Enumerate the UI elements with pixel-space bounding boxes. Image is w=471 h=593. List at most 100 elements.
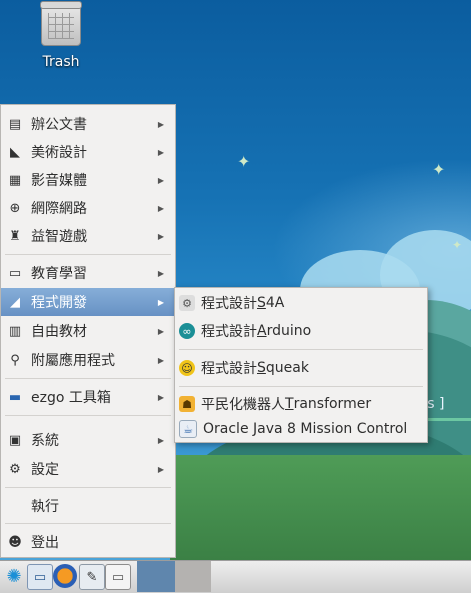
gear-icon: ⚙ bbox=[9, 461, 21, 477]
menu-item-run[interactable]: 執行 bbox=[1, 492, 175, 520]
sparkle-icon: ✦ bbox=[432, 160, 446, 179]
submenu-item-prefix: 程式設計 bbox=[201, 296, 257, 312]
menu-item-graphics[interactable]: ◣ 美術設計 ▶ bbox=[1, 138, 175, 166]
menu-item-settings[interactable]: ⚙ 設定 ▶ bbox=[1, 455, 175, 483]
file-manager-icon[interactable]: ▭ bbox=[27, 564, 53, 590]
globe-icon: ⊕ bbox=[9, 200, 21, 216]
submenu-item-java-mission-control[interactable]: ☕ Oracle Java 8 Mission Control bbox=[175, 416, 427, 442]
submenu-arrow-icon: ▶ bbox=[157, 119, 165, 129]
game-icon: ♜ bbox=[9, 228, 21, 244]
submenu-item-prefix: 平民化機器人 bbox=[201, 397, 285, 413]
submenu-arrow-icon: ▶ bbox=[157, 297, 165, 307]
submenu-item-mnemonic: S bbox=[257, 360, 266, 376]
submenu-item-rest: ransformer bbox=[293, 396, 372, 412]
submenu-arrow-icon: ▶ bbox=[157, 355, 165, 365]
start-menu-icon[interactable]: ✺ bbox=[2, 564, 26, 588]
workspace-1-button[interactable] bbox=[137, 561, 175, 592]
menu-item-label: 美術設計 bbox=[31, 145, 87, 161]
submenu-arrow-icon: ▶ bbox=[157, 392, 165, 402]
menu-item-internet[interactable]: ⊕ 網際網路 ▶ bbox=[1, 194, 175, 222]
menu-item-office[interactable]: ▤ 辦公文書 ▶ bbox=[1, 110, 175, 138]
menu-item-label: 系統 bbox=[31, 433, 59, 449]
submenu-item-squeak[interactable]: ☺ 程式設計 Squeak bbox=[175, 355, 427, 381]
submenu-separator bbox=[179, 349, 423, 350]
graphics-icon: ◣ bbox=[10, 144, 20, 160]
submenu-item-s4a[interactable]: ⚙ 程式設計 S 4A bbox=[175, 290, 427, 316]
menu-item-label: 辦公文書 bbox=[31, 117, 87, 133]
menu-item-accessories[interactable]: ⚲ 附屬應用程式 ▶ bbox=[1, 346, 175, 374]
document-icon: ▤ bbox=[8, 116, 22, 132]
menu-separator bbox=[5, 487, 171, 488]
menu-separator bbox=[5, 415, 171, 416]
application-menu: ▤ 辦公文書 ▶ ◣ 美術設計 ▶ ▦ 影音媒體 ▶ ⊕ 網際網路 ▶ ♜ 益智… bbox=[0, 104, 176, 558]
submenu-item-mnemonic: S bbox=[257, 295, 266, 311]
menu-item-education[interactable]: ▭ 教育學習 ▶ bbox=[1, 259, 175, 287]
trash-label: Trash bbox=[42, 54, 80, 70]
settings-tool-icon[interactable]: ✎ bbox=[79, 564, 105, 590]
development-icon: ◢ bbox=[10, 294, 20, 310]
workspace-2-button[interactable] bbox=[175, 561, 211, 592]
menu-item-free-materials[interactable]: ▥ 自由教材 ▶ bbox=[1, 317, 175, 345]
menu-item-ezgo-toolbox[interactable]: ▬ ezgo 工具箱 ▶ bbox=[1, 383, 175, 411]
development-submenu: ⚙ 程式設計 S 4A ∞ 程式設計 Arduino ☺ 程式設計 Squeak ☗ 平… bbox=[174, 287, 428, 443]
submenu-arrow-icon: ▶ bbox=[157, 268, 165, 278]
menu-item-label: 設定 bbox=[31, 462, 59, 478]
menu-separator bbox=[5, 378, 171, 379]
books-icon: ▥ bbox=[8, 323, 22, 339]
film-icon: ▦ bbox=[8, 172, 22, 188]
submenu-item-arduino[interactable]: ∞ 程式設計 Arduino bbox=[175, 318, 427, 344]
trash-desktop-icon[interactable]: Trash bbox=[28, 1, 94, 70]
submenu-item-rest: rduino bbox=[266, 323, 312, 339]
menu-item-label: 登出 bbox=[31, 535, 59, 551]
menu-item-label: 自由教材 bbox=[31, 324, 87, 340]
toolbox-icon: ▬ bbox=[8, 389, 22, 405]
squeak-icon: ☺ bbox=[179, 360, 195, 376]
s4a-icon: ⚙ bbox=[179, 295, 195, 311]
submenu-arrow-icon: ▶ bbox=[157, 326, 165, 336]
menu-item-label: 益智遊戲 bbox=[31, 229, 87, 245]
menu-item-development[interactable]: ◢ 程式開發 ▶ bbox=[1, 288, 175, 316]
menu-item-label: 教育學習 bbox=[31, 266, 87, 282]
trash-icon bbox=[40, 1, 82, 46]
wallpaper-grass bbox=[170, 455, 471, 560]
menu-item-label: 網際網路 bbox=[31, 201, 87, 217]
menu-item-logout[interactable]: ☻ 登出 bbox=[1, 528, 175, 556]
book-icon: ▭ bbox=[8, 265, 22, 281]
submenu-arrow-icon: ▶ bbox=[157, 231, 165, 241]
logout-icon: ☻ bbox=[8, 534, 22, 550]
sparkle-icon: ✦ bbox=[452, 238, 463, 252]
submenu-item-prefix: Oracle Java 8 Mission Control bbox=[203, 421, 408, 437]
submenu-item-transformer[interactable]: ☗ 平民化機器人 Transformer bbox=[175, 391, 427, 417]
menu-item-games[interactable]: ♜ 益智遊戲 ▶ bbox=[1, 222, 175, 250]
submenu-item-rest: 4A bbox=[265, 295, 285, 311]
firefox-icon[interactable] bbox=[53, 564, 77, 588]
menu-separator bbox=[5, 254, 171, 255]
terminal-icon[interactable]: ▭ bbox=[105, 564, 131, 590]
taskbar: ✺ ▭ ✎ ▭ bbox=[0, 560, 471, 593]
submenu-arrow-icon: ▶ bbox=[157, 464, 165, 474]
submenu-item-rest: queak bbox=[265, 360, 309, 376]
submenu-item-prefix: 程式設計 bbox=[201, 361, 257, 377]
arduino-icon: ∞ bbox=[179, 323, 195, 339]
submenu-arrow-icon: ▶ bbox=[157, 203, 165, 213]
submenu-item-prefix: 程式設計 bbox=[201, 324, 257, 340]
submenu-arrow-icon: ▶ bbox=[157, 175, 165, 185]
submenu-item-mnemonic: A bbox=[257, 323, 267, 339]
menu-item-label: 影音媒體 bbox=[31, 173, 87, 189]
menu-item-multimedia[interactable]: ▦ 影音媒體 ▶ bbox=[1, 166, 175, 194]
accessories-icon: ⚲ bbox=[10, 352, 20, 368]
menu-item-label: ezgo 工具箱 bbox=[31, 390, 111, 406]
submenu-item-mnemonic: T bbox=[285, 396, 294, 412]
run-placeholder-icon bbox=[7, 498, 23, 514]
submenu-arrow-icon: ▶ bbox=[157, 435, 165, 445]
robot-icon: ☗ bbox=[179, 396, 195, 412]
menu-item-system[interactable]: ▣ 系統 ▶ bbox=[1, 426, 175, 454]
menu-item-label: 執行 bbox=[31, 499, 59, 515]
submenu-separator bbox=[179, 386, 423, 387]
submenu-arrow-icon: ▶ bbox=[157, 147, 165, 157]
sparkle-icon: ✦ bbox=[237, 152, 251, 171]
java-icon: ☕ bbox=[179, 420, 197, 438]
menu-item-label: 附屬應用程式 bbox=[31, 353, 115, 369]
monitor-icon: ▣ bbox=[8, 432, 22, 448]
menu-item-label: 程式開發 bbox=[31, 295, 87, 311]
